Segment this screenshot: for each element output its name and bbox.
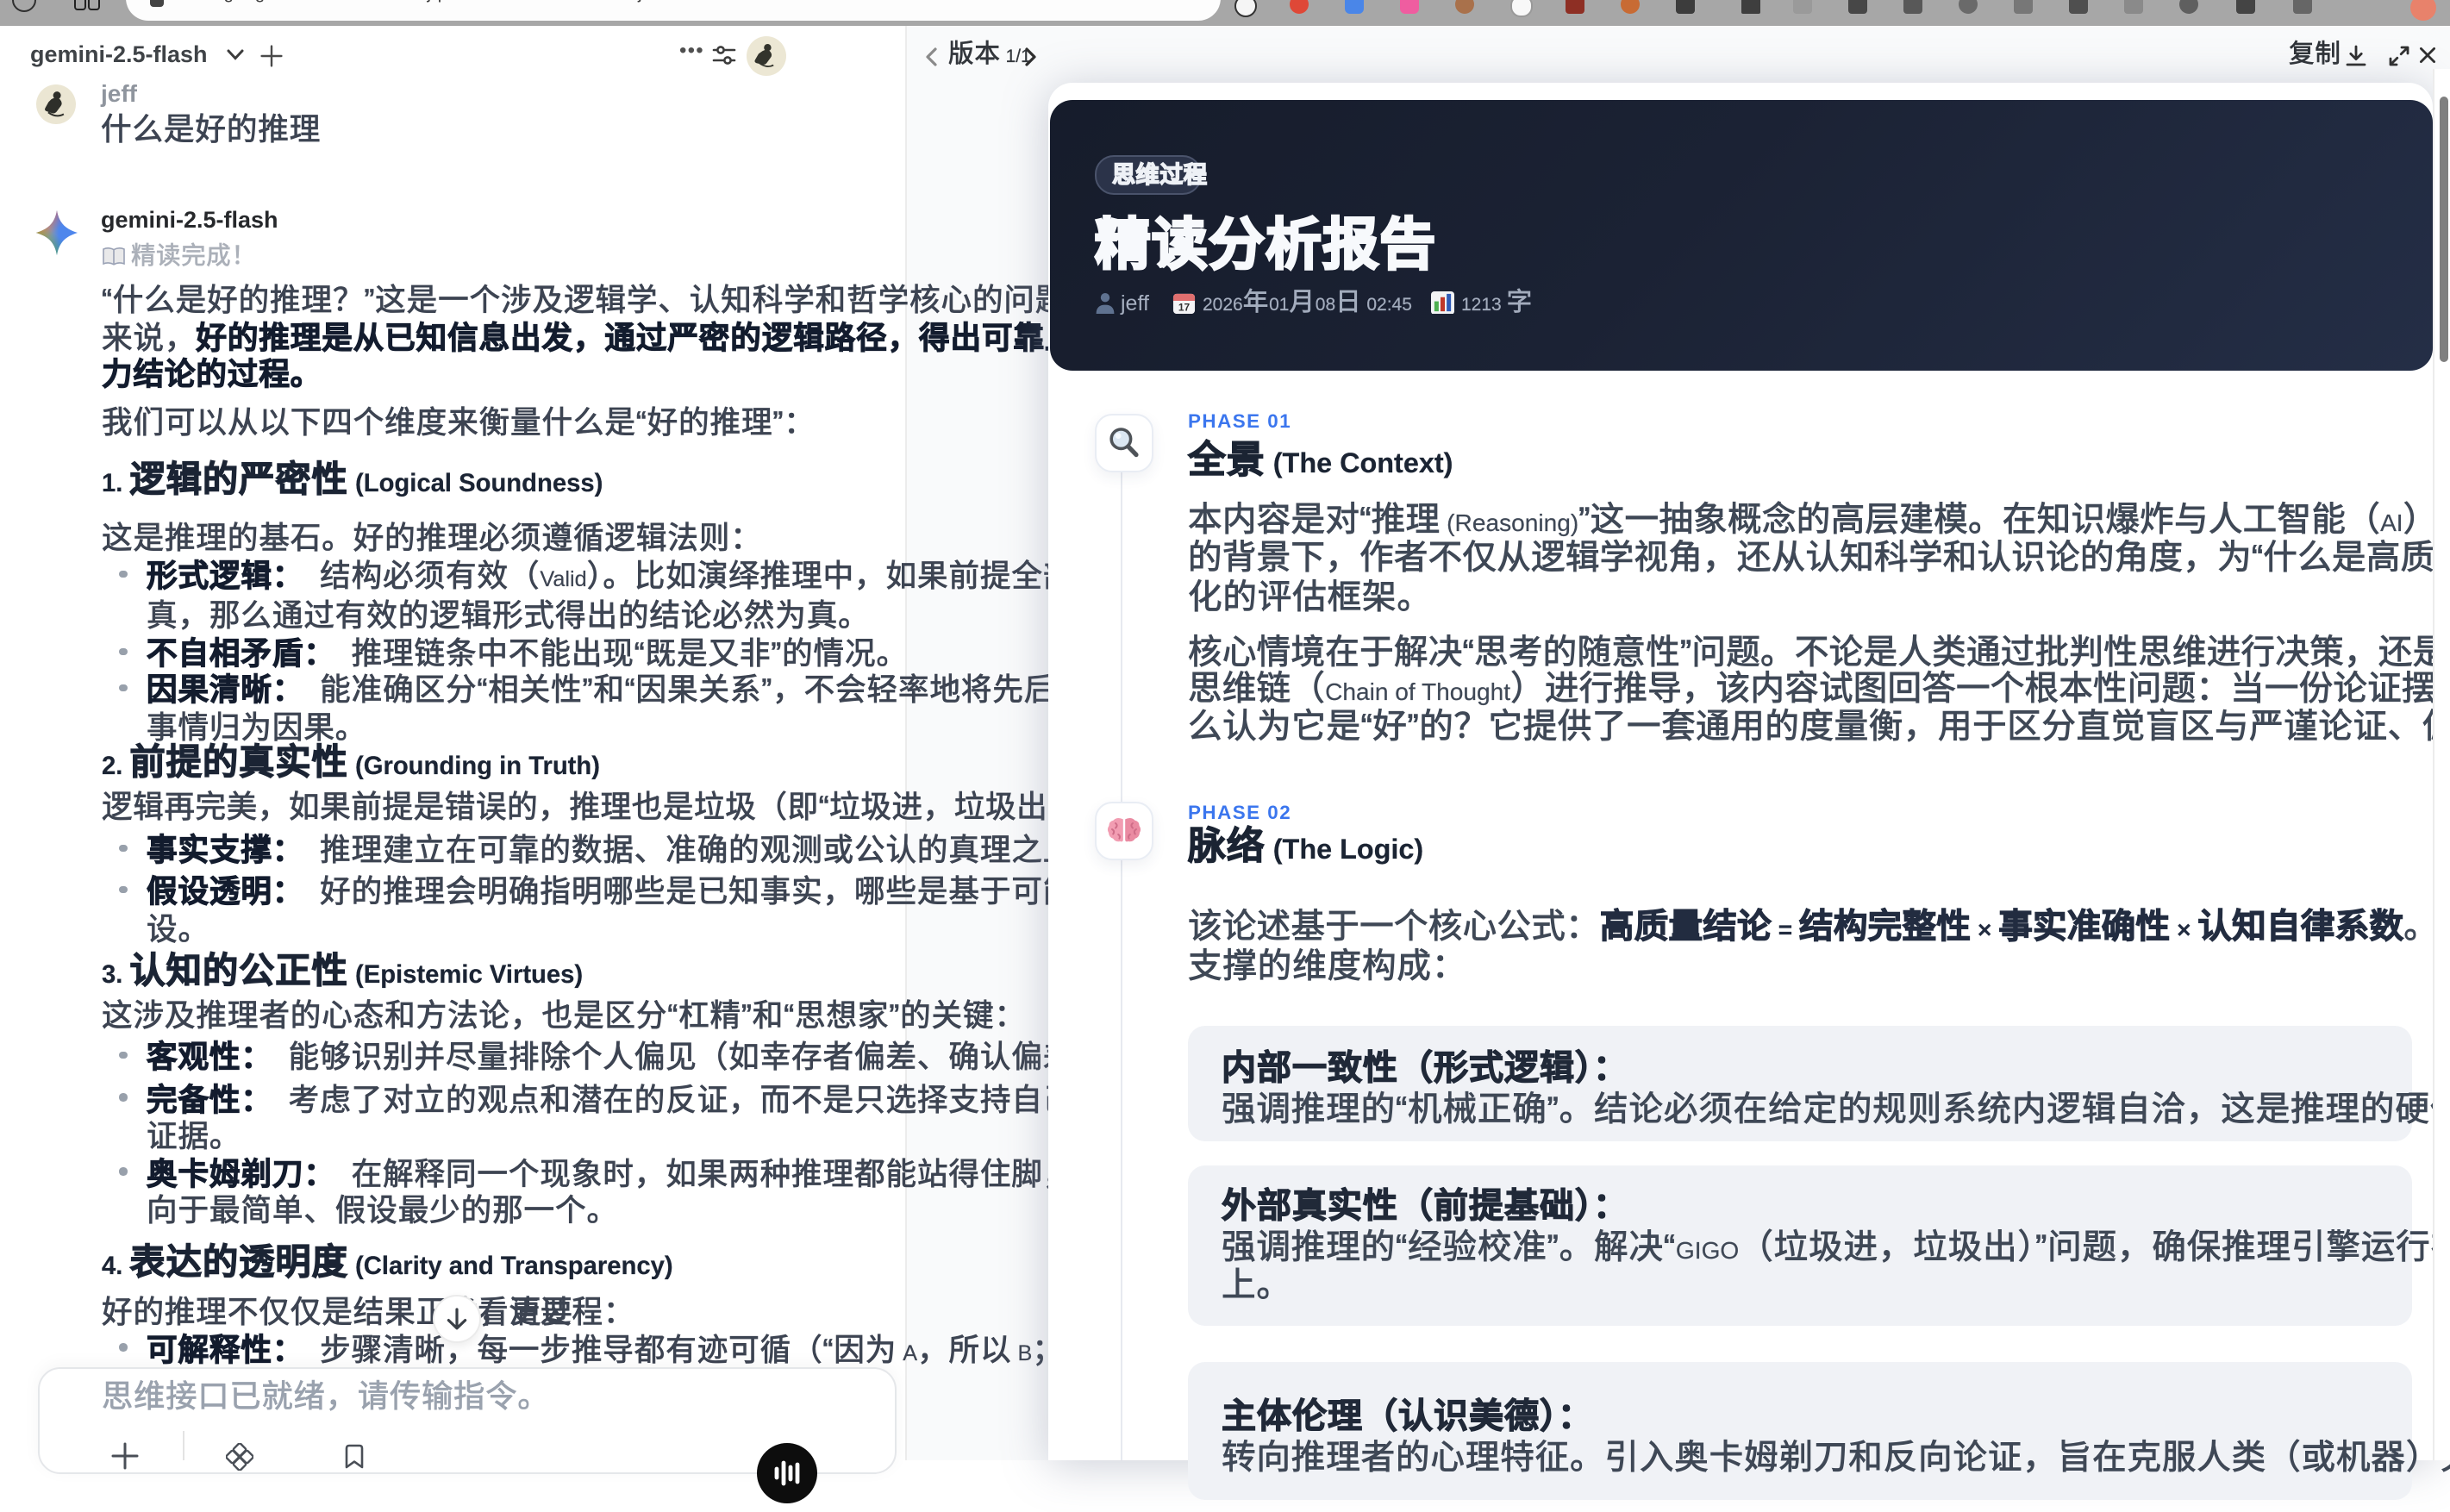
svg-text:17: 17 [1178, 300, 1191, 312]
